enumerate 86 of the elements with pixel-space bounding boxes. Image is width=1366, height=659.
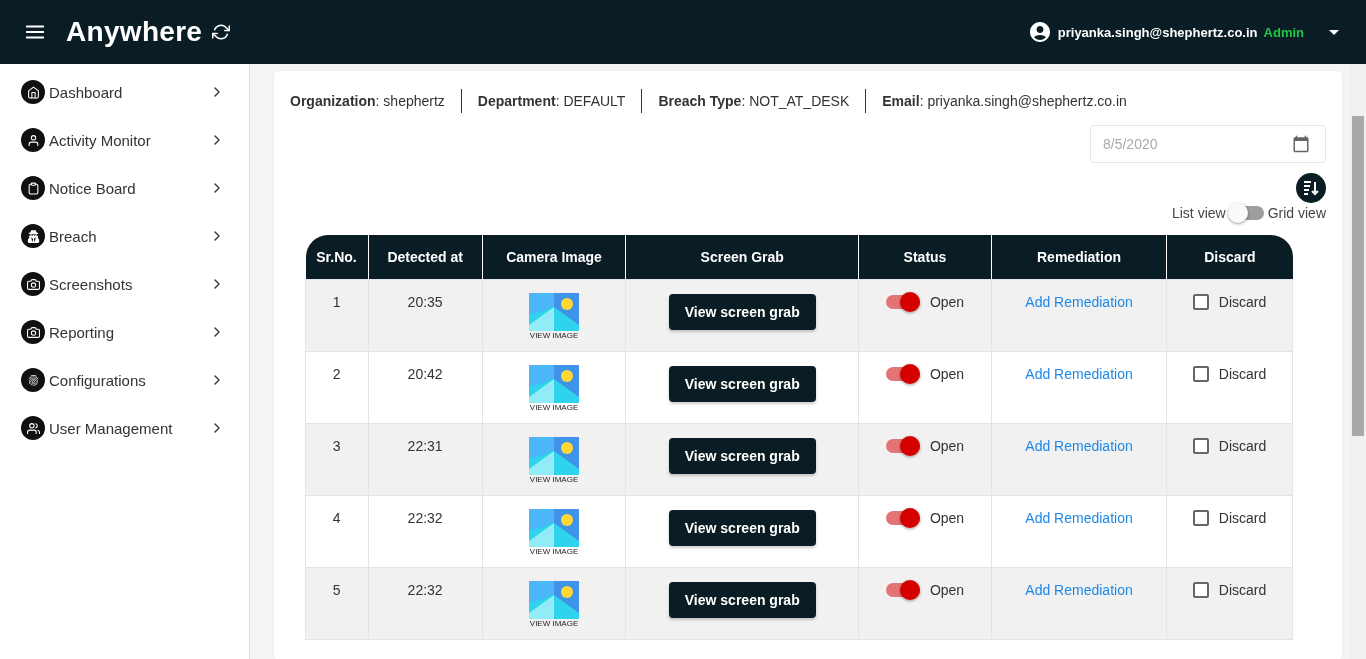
refresh-icon[interactable]	[212, 23, 231, 41]
table-cell: 22:32	[407, 581, 443, 598]
clipboard-icon	[21, 176, 45, 200]
status-switch[interactable]	[885, 438, 920, 453]
app-logo: Anywhere	[66, 16, 203, 48]
table-cell: 4	[332, 509, 341, 526]
column-header: Detected at	[368, 235, 483, 279]
discard-checkbox[interactable]	[1192, 509, 1209, 526]
column-header: Screen Grab	[625, 235, 859, 279]
account-icon	[1027, 20, 1052, 44]
sidebar-item[interactable]: Screenshots	[0, 260, 249, 308]
sidebar-item[interactable]: Dashboard	[0, 68, 249, 116]
status-switch[interactable]	[885, 510, 920, 525]
sidebar-item[interactable]: User Management	[0, 404, 249, 452]
discard-checkbox[interactable]	[1192, 293, 1209, 310]
list-view-label: List view	[1171, 205, 1226, 221]
table-cell: 20:35	[407, 293, 443, 310]
sort-icon	[1303, 180, 1319, 196]
home-icon	[21, 80, 45, 104]
view-screen-grab-button[interactable]: View screen grab	[668, 581, 816, 618]
discard-checkbox[interactable]	[1192, 437, 1209, 454]
calendar-icon[interactable]	[1292, 135, 1310, 153]
image-caption[interactable]: VIEW IMAGE	[529, 330, 579, 341]
status-switch[interactable]	[885, 366, 920, 381]
discard-label: Discard	[1218, 365, 1267, 382]
column-header: Camera Image	[482, 235, 626, 279]
status-label: Open	[929, 365, 965, 382]
info-field: Department: DEFAULT	[460, 89, 642, 113]
discard-label: Discard	[1218, 437, 1267, 454]
table-cell: 22:32	[407, 509, 443, 526]
view-screen-grab-button[interactable]: View screen grab	[668, 365, 816, 402]
user-email: priyanka.singh@shephertz.co.in	[1057, 24, 1258, 40]
status-label: Open	[929, 293, 965, 310]
table-cell: 2	[332, 365, 341, 382]
column-header: Sr.No.	[305, 235, 369, 279]
table-cell: 20:42	[407, 365, 443, 382]
discard-checkbox[interactable]	[1192, 365, 1209, 382]
add-remediation-link[interactable]: Add Remediation	[1025, 365, 1133, 382]
image-icon	[529, 580, 580, 619]
view-screen-grab-button[interactable]: View screen grab	[668, 293, 816, 330]
status-switch[interactable]	[885, 294, 920, 309]
status-switch[interactable]	[885, 582, 920, 597]
table-cell: 5	[332, 581, 341, 598]
sidebar-item[interactable]: Reporting	[0, 308, 249, 356]
sidebar-item[interactable]: Configurations	[0, 356, 249, 404]
image-caption[interactable]: VIEW IMAGE	[529, 618, 579, 629]
camera-icon	[21, 320, 45, 344]
image-icon	[529, 436, 580, 475]
grid-view-label: Grid view	[1267, 205, 1326, 221]
sidebar-item[interactable]: Notice Board	[0, 164, 249, 212]
discard-label: Discard	[1218, 581, 1267, 598]
view-screen-grab-button[interactable]: View screen grab	[668, 509, 816, 546]
camera-icon	[21, 272, 45, 296]
image-icon	[529, 292, 580, 331]
view-screen-grab-button[interactable]: View screen grab	[668, 437, 816, 474]
column-header: Discard	[1166, 235, 1293, 279]
table-cell: 22:31	[407, 437, 443, 454]
image-caption[interactable]: VIEW IMAGE	[529, 546, 579, 557]
info-field: Email: priyanka.singh@shephertz.co.in	[865, 89, 1143, 113]
date-field[interactable]: 8/5/2020	[1090, 125, 1326, 163]
fingerprint-icon	[21, 368, 45, 392]
sort-button[interactable]	[1296, 173, 1326, 203]
status-label: Open	[929, 509, 965, 526]
discard-checkbox[interactable]	[1192, 581, 1209, 598]
status-label: Open	[929, 581, 965, 598]
status-label: Open	[929, 437, 965, 454]
image-caption[interactable]: VIEW IMAGE	[529, 402, 579, 413]
sidebar-item[interactable]: Activity Monitor	[0, 116, 249, 164]
person-icon	[21, 128, 45, 152]
table-cell: 1	[332, 293, 341, 310]
column-header: Remediation	[991, 235, 1167, 279]
discard-label: Discard	[1218, 293, 1267, 310]
image-caption[interactable]: VIEW IMAGE	[529, 474, 579, 485]
agent-icon	[21, 224, 45, 248]
view-switch[interactable]	[1229, 206, 1264, 220]
info-field: Breach Type: NOT_AT_DESK	[641, 89, 866, 113]
people-icon	[21, 416, 45, 440]
table-cell: 3	[332, 437, 341, 454]
image-icon	[529, 508, 580, 547]
column-header: Status	[858, 235, 992, 279]
info-field: Organization: shephertz	[290, 89, 461, 113]
image-icon	[529, 364, 580, 403]
user-role: Admin	[1263, 24, 1304, 40]
discard-label: Discard	[1218, 509, 1267, 526]
sidebar-item[interactable]: Breach	[0, 212, 249, 260]
add-remediation-link[interactable]: Add Remediation	[1025, 509, 1133, 526]
